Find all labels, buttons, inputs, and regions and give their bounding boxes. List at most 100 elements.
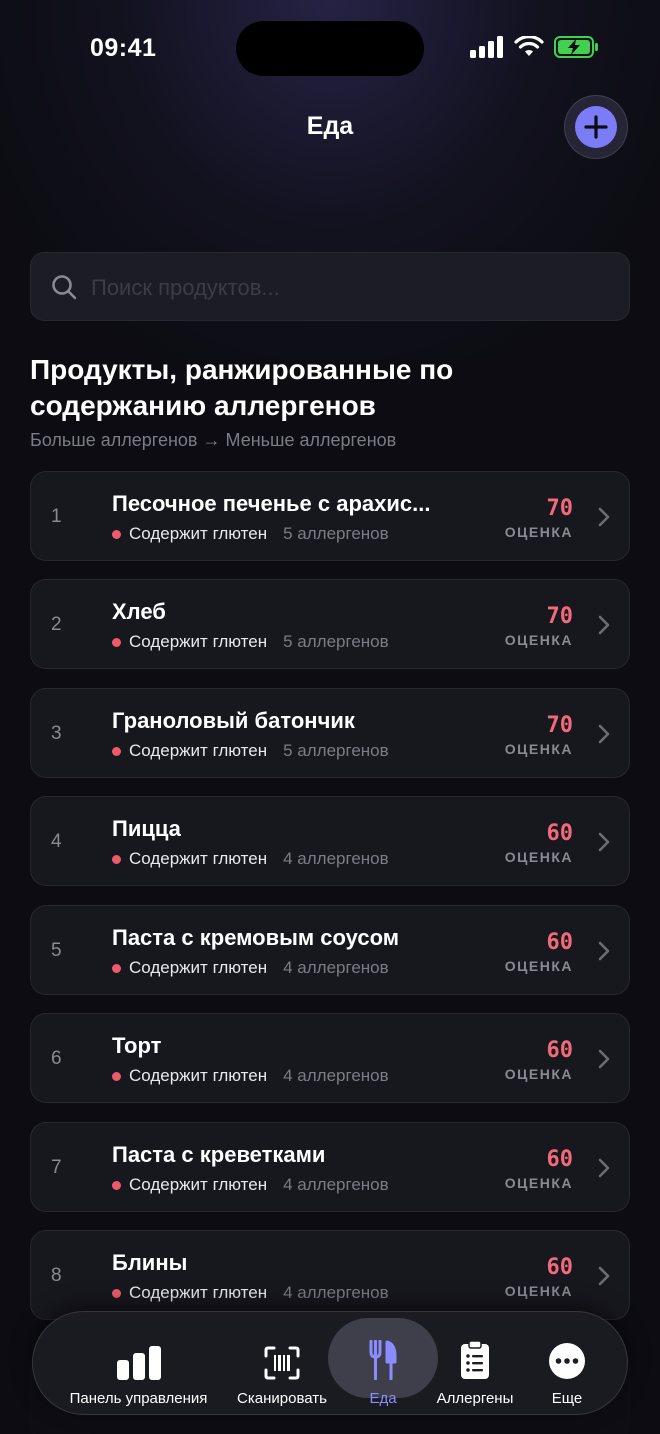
fork-knife-icon — [369, 1324, 397, 1380]
gluten-dot-icon — [112, 854, 121, 864]
food-meta: Содержит глютен 4 аллергенов — [112, 1283, 389, 1303]
score-value: 70 — [546, 496, 574, 521]
signal-icon — [470, 36, 503, 58]
food-name: Блины — [112, 1250, 188, 1275]
tab-dashboard[interactable]: Панель управления — [61, 1312, 216, 1416]
gluten-dot-icon — [112, 1288, 121, 1298]
more-icon — [548, 1324, 586, 1380]
food-card[interactable]: 2 Хлеб Содержит глютен 5 аллергенов 70 О… — [30, 579, 630, 669]
rank-number: 2 — [51, 614, 62, 635]
food-name: Хлеб — [112, 599, 166, 624]
score-value: 60 — [546, 1255, 574, 1280]
status-icons — [470, 36, 600, 58]
gluten-dot-icon — [112, 637, 121, 647]
food-name: Граноловый батончик — [112, 708, 355, 733]
chevron-right-icon — [598, 507, 610, 527]
food-meta: Содержит глютен 4 аллергенов — [112, 958, 389, 978]
food-name: Паста с кремовым соусом — [112, 925, 399, 950]
tab-label: Сканировать — [237, 1390, 327, 1407]
battery-charging-icon — [554, 36, 598, 58]
status-bar: 09:41 — [0, 0, 660, 100]
score-label: ОЦЕНКА — [504, 1066, 573, 1082]
rank-number: 7 — [51, 1157, 62, 1178]
chevron-right-icon — [598, 1049, 610, 1069]
food-card[interactable]: 6 Торт Содержит глютен 4 аллергенов 60 О… — [30, 1013, 630, 1103]
food-name: Песочное печенье с арахис... — [112, 491, 431, 516]
food-card[interactable]: 3 Граноловый батончик Содержит глютен 5 … — [30, 688, 630, 778]
gluten-dot-icon — [112, 963, 121, 973]
score-value: 60 — [546, 1038, 574, 1063]
food-card[interactable]: 8 Блины Содержит глютен 4 аллергенов 60 … — [30, 1230, 630, 1320]
food-meta: Содержит глютен 4 аллергенов — [112, 1066, 389, 1086]
score-label: ОЦЕНКА — [504, 958, 573, 974]
score-value: 60 — [546, 1147, 574, 1172]
chevron-right-icon — [598, 615, 610, 635]
section-subtitle: Больше аллергенов → Меньше аллергенов — [30, 430, 397, 450]
tab-more[interactable]: Еще — [527, 1312, 607, 1416]
gluten-tag: Содержит глютен — [129, 1066, 268, 1085]
rank-number: 6 — [51, 1048, 62, 1069]
food-meta: Содержит глютен 5 аллергенов — [112, 632, 389, 652]
score-label: ОЦЕНКА — [504, 1175, 573, 1191]
search-bar[interactable] — [30, 252, 630, 322]
gluten-dot-icon — [112, 529, 121, 539]
gluten-tag: Содержит глютен — [129, 1283, 268, 1302]
chevron-right-icon — [598, 1266, 610, 1286]
rank-number: 3 — [51, 723, 62, 744]
tab-label: Панель управления — [69, 1390, 208, 1407]
gluten-tag: Содержит глютен — [129, 524, 268, 543]
rank-number: 1 — [51, 506, 62, 527]
food-meta: Содержит глютен 4 аллергенов — [112, 1175, 389, 1195]
score-label: ОЦЕНКА — [504, 632, 573, 648]
gluten-dot-icon — [112, 1071, 121, 1081]
search-icon — [52, 275, 77, 300]
score-value: 60 — [546, 821, 574, 846]
tab-label: Еда — [369, 1390, 397, 1407]
tab-bar: Панель управления Сканировать Еда Аллерг… — [32, 1311, 628, 1415]
food-name: Паста с креветками — [112, 1142, 326, 1167]
food-card[interactable]: 7 Паста с креветками Содержит глютен 4 а… — [30, 1122, 630, 1212]
rank-number: 8 — [51, 1265, 62, 1286]
allergen-count: 5 аллергенов — [283, 632, 389, 651]
tab-food[interactable]: Еда — [333, 1312, 433, 1416]
search-input[interactable] — [91, 253, 611, 322]
food-name: Пицца — [112, 816, 181, 841]
plus-icon — [575, 106, 617, 148]
tab-allergens[interactable]: Аллергены — [425, 1312, 525, 1416]
allergen-count: 4 аллергенов — [283, 1066, 389, 1085]
score-label: ОЦЕНКА — [504, 849, 573, 865]
rank-number: 5 — [51, 940, 62, 961]
rank-number: 4 — [51, 831, 62, 852]
food-meta: Содержит глютен 5 аллергенов — [112, 741, 389, 761]
gluten-tag: Содержит глютен — [129, 741, 268, 760]
allergen-count: 4 аллергенов — [283, 1283, 389, 1302]
gluten-dot-icon — [112, 746, 121, 756]
barcode-scan-icon — [264, 1324, 300, 1380]
score-label: ОЦЕНКА — [504, 741, 573, 757]
score-label: ОЦЕНКА — [504, 524, 573, 540]
page-title: Еда — [306, 112, 354, 140]
chevron-right-icon — [598, 1158, 610, 1178]
food-card[interactable]: 5 Паста с кремовым соусом Содержит глюте… — [30, 905, 630, 995]
clipboard-list-icon — [460, 1324, 490, 1380]
food-card[interactable]: 4 Пицца Содержит глютен 4 аллергенов 60 … — [30, 796, 630, 886]
allergen-count: 4 аллергенов — [283, 1175, 389, 1194]
wifi-icon — [514, 36, 544, 56]
dynamic-island — [236, 21, 424, 76]
score-label: ОЦЕНКА — [504, 1283, 573, 1299]
allergen-count: 4 аллергенов — [283, 958, 389, 977]
gluten-tag: Содержит глютен — [129, 958, 268, 977]
tab-label: Еще — [551, 1390, 583, 1407]
gluten-tag: Содержит глютен — [129, 849, 268, 868]
chevron-right-icon — [598, 724, 610, 744]
gluten-tag: Содержит глютен — [129, 632, 268, 651]
allergen-count: 5 аллергенов — [283, 741, 389, 760]
food-card[interactable]: 1 Песочное печенье с арахис... Содержит … — [30, 471, 630, 561]
tab-scan[interactable]: Сканировать — [230, 1312, 334, 1416]
score-value: 60 — [546, 930, 574, 955]
status-time: 09:41 — [90, 34, 157, 62]
add-food-button[interactable] — [564, 95, 628, 159]
score-value: 70 — [546, 604, 574, 629]
chevron-right-icon — [598, 832, 610, 852]
bar-chart-icon — [116, 1324, 162, 1380]
